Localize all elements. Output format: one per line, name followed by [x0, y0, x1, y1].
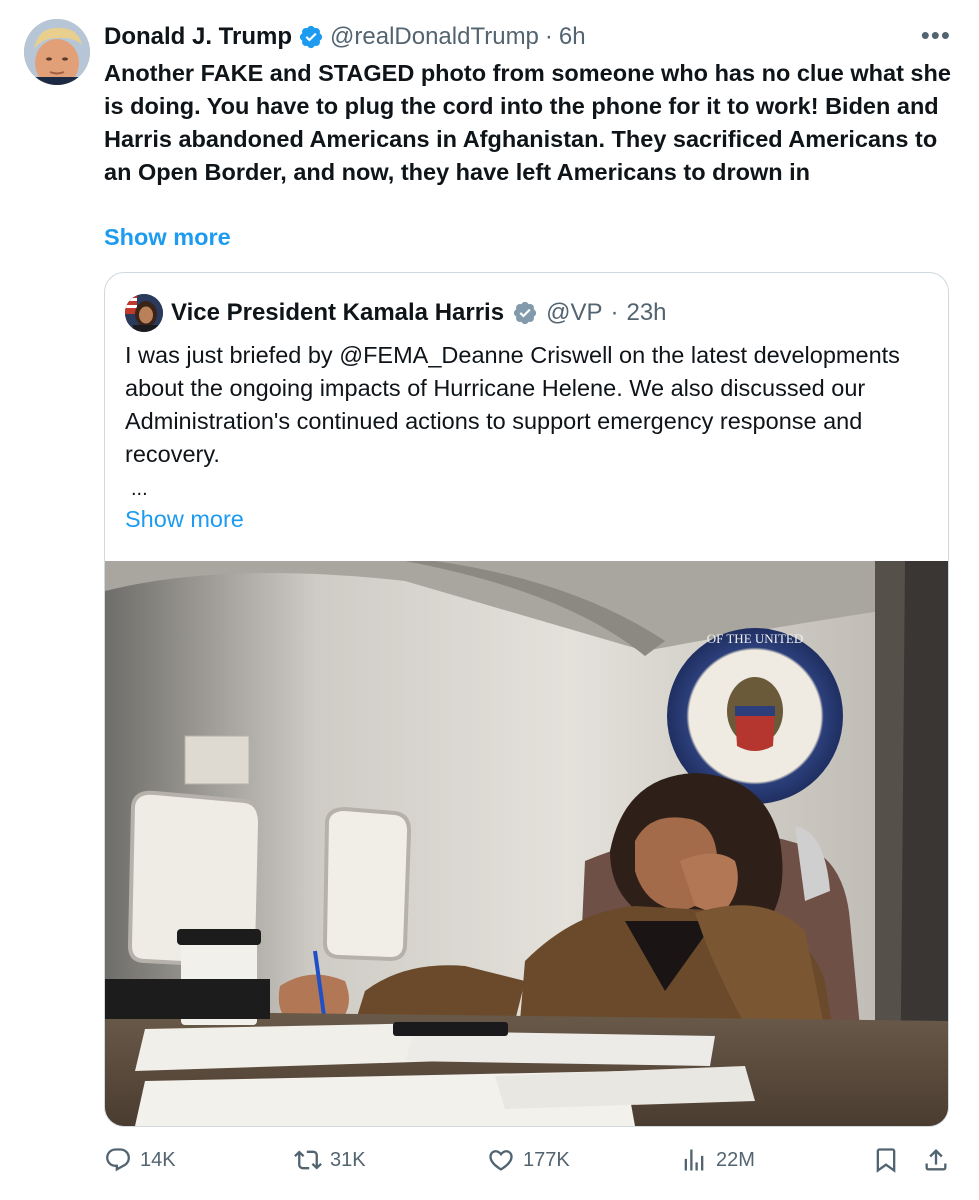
author-name[interactable]: Donald J. Trump: [104, 23, 292, 51]
reply-button[interactable]: 14K: [104, 1146, 176, 1174]
quoted-show-more-link[interactable]: Show more: [125, 503, 244, 536]
quoted-avatar-image: [125, 294, 163, 332]
bookmark-icon: [876, 1148, 896, 1173]
quoted-author-avatar[interactable]: [125, 294, 163, 332]
quoted-tweet-text: I was just briefed by @FEMA_Deanne Crisw…: [125, 342, 900, 467]
quoted-tweet-header: Vice President Kamala Harris @VP · 23h: [125, 294, 667, 332]
author-handle[interactable]: @realDonaldTrump: [330, 23, 539, 51]
quoted-author-name[interactable]: Vice President Kamala Harris: [171, 299, 504, 327]
quoted-ellipsis: ...: [131, 478, 148, 500]
views-icon: [684, 1149, 704, 1171]
gray-verified-badge-icon[interactable]: [512, 300, 538, 326]
action-bar: 14K 31K 177K 22M: [104, 1146, 956, 1186]
tweet-timestamp[interactable]: 6h: [559, 23, 586, 51]
like-button[interactable]: 177K: [487, 1146, 570, 1174]
tweet-header: Donald J. Trump @realDonaldTrump · 6h: [104, 20, 586, 54]
quoted-separator-dot: ·: [610, 299, 619, 326]
reply-icon: [106, 1148, 130, 1172]
share-icon: [925, 1149, 947, 1171]
like-count: 177K: [523, 1148, 570, 1171]
separator-dot: ·: [544, 23, 553, 50]
views-button[interactable]: 22M: [680, 1146, 755, 1174]
repost-count: 31K: [330, 1148, 366, 1171]
tweet-text: Another FAKE and STAGED photo from someo…: [104, 60, 951, 185]
more-icon[interactable]: •••: [921, 22, 951, 48]
quoted-author-handle[interactable]: @VP: [546, 299, 602, 327]
bookmark-button[interactable]: [872, 1146, 900, 1174]
quoted-tweet-photo[interactable]: OF THE UNITED: [105, 561, 949, 1126]
reply-count: 14K: [140, 1148, 176, 1171]
author-avatar[interactable]: [24, 19, 90, 85]
seal-lettering: OF THE UNITED: [707, 631, 804, 646]
like-icon: [489, 1150, 513, 1171]
quoted-timestamp[interactable]: 23h: [626, 299, 666, 327]
repost-button[interactable]: 31K: [294, 1146, 366, 1174]
author-avatar-image: [24, 19, 90, 85]
verified-badge-icon[interactable]: [298, 24, 324, 50]
share-button[interactable]: [922, 1146, 950, 1174]
show-more-link[interactable]: Show more: [104, 221, 231, 254]
repost-icon: [294, 1150, 322, 1170]
views-count: 22M: [716, 1148, 755, 1171]
quoted-tweet[interactable]: Vice President Kamala Harris @VP · 23h I…: [104, 272, 949, 1127]
